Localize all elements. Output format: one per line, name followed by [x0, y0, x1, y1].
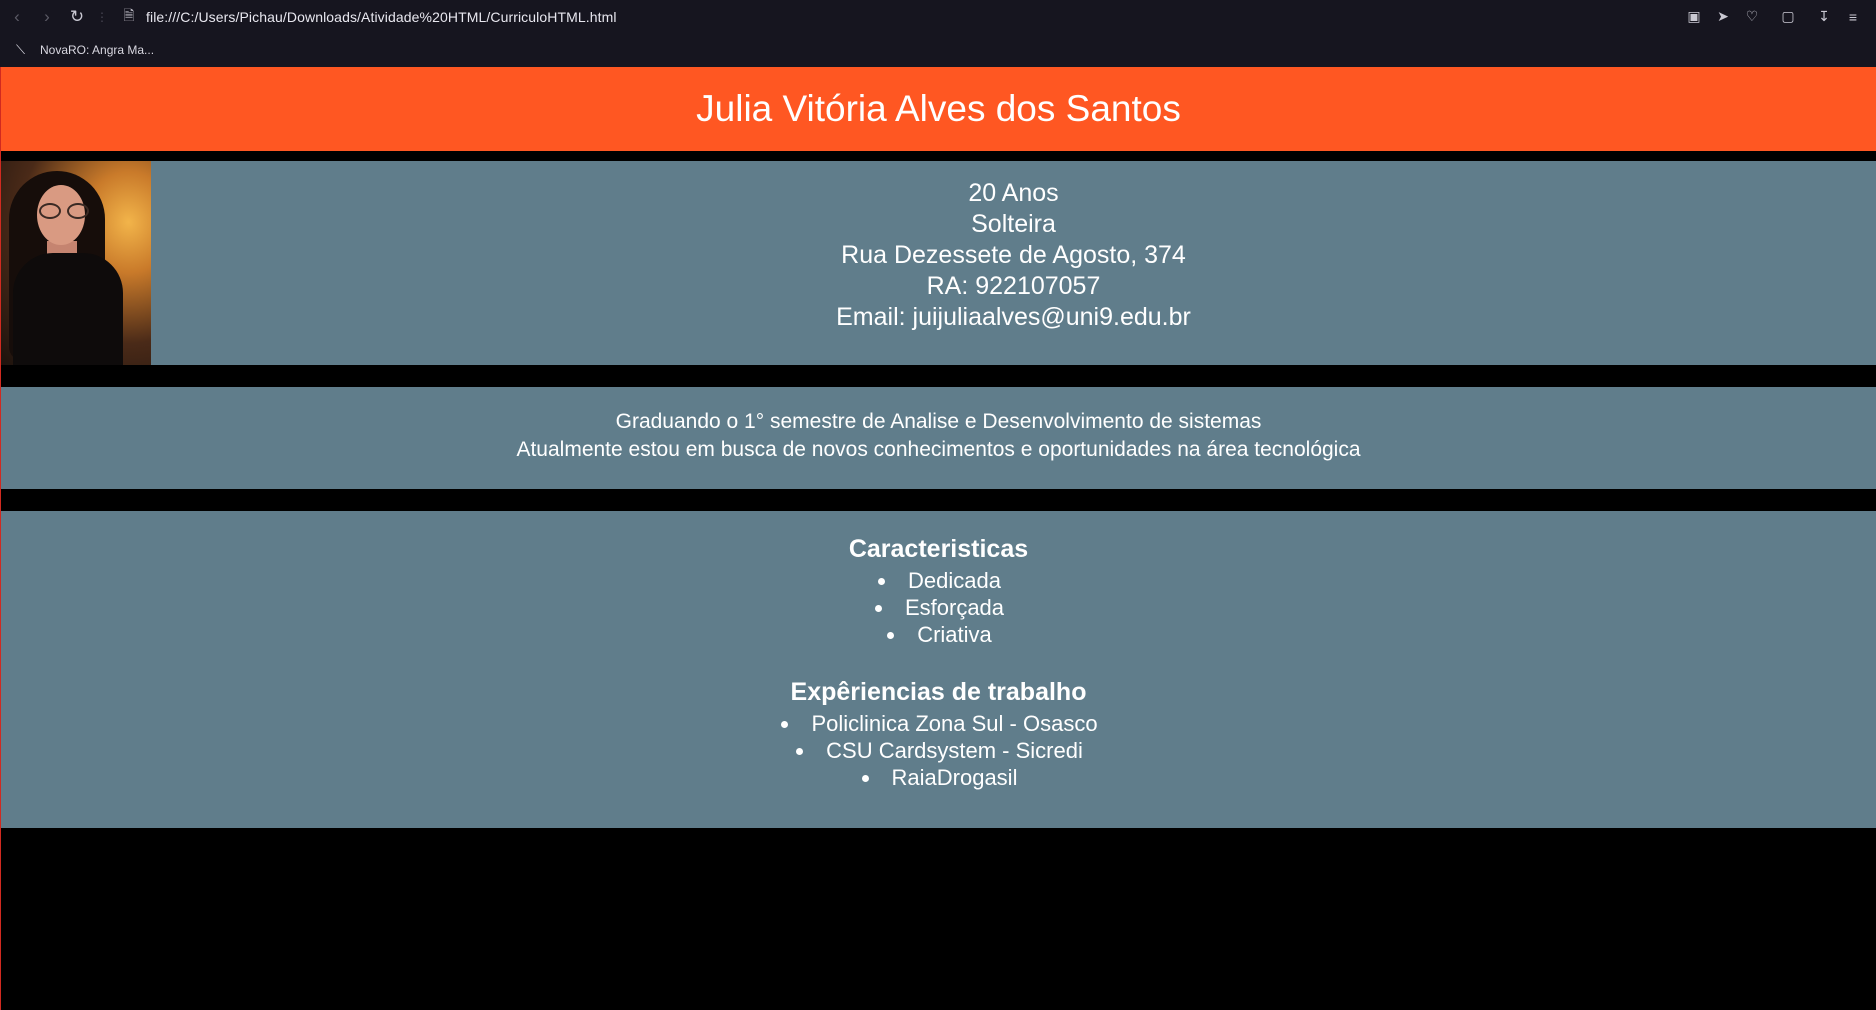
address-text: Rua Dezessete de Agosto, 374 — [841, 240, 1186, 269]
toolbar-right: ▣ ➤ ♡ ▢ ↧ ≡ — [1678, 0, 1866, 33]
page-icon: 🗎 — [123, 6, 135, 23]
name-header: Julia Vitória Alves dos Santos — [1, 67, 1876, 151]
page-title: Julia Vitória Alves dos Santos — [696, 88, 1181, 129]
download-icon[interactable]: ↧ — [1811, 4, 1837, 30]
menu-icon[interactable]: ≡ — [1840, 4, 1866, 30]
summary-line-1: Graduando o 1° semestre de Analise e Des… — [615, 410, 1262, 433]
summary-line-2: Atualmente estou em busca de novos conhe… — [516, 438, 1361, 461]
back-icon[interactable]: ‹ — [4, 4, 30, 30]
bookmark-item[interactable]: ⟍ NovaRO: Angra Ma... — [16, 42, 154, 58]
summary-panel: Graduando o 1° semestre de Analise e Des… — [1, 387, 1876, 489]
reload-icon[interactable]: ↻ — [64, 4, 90, 30]
experience-list: Policlinica Zona Sul - Osasco CSU Cardsy… — [779, 710, 1098, 791]
details-panel: Caracteristicas Dedicada Esforçada Criat… — [1, 511, 1876, 828]
email-text: Email: juijuliaalves@uni9.edu.br — [836, 302, 1191, 331]
marital-status-text: Solteira — [971, 209, 1056, 238]
address-bar[interactable]: 🗎 file:///C:/Users/Pichau/Downloads/Ativ… — [118, 4, 617, 30]
bookmarks-bar: ⟍ NovaRO: Angra Ma... — [0, 33, 1876, 67]
camera-icon[interactable]: ▣ — [1681, 4, 1707, 30]
characteristics-heading: Caracteristicas — [848, 535, 1029, 563]
age-text: 20 Anos — [968, 178, 1059, 207]
profile-photo — [1, 161, 151, 365]
characteristics-list: Dedicada Esforçada Criativa — [873, 567, 1004, 648]
bookmark-label: NovaRO: Angra Ma... — [40, 43, 155, 57]
list-item: Esforçada — [873, 594, 1004, 621]
list-item: Dedicada — [876, 567, 1001, 594]
browser-toolbar: ‹ › ↻ ⋮ 🗎 file:///C:/Users/Pichau/Downlo… — [0, 0, 1876, 33]
list-item: CSU Cardsystem - Sicredi — [794, 737, 1083, 764]
page-viewport: Julia Vitória Alves dos Santos 20 Anos S… — [0, 67, 1876, 1010]
list-item: Policlinica Zona Sul - Osasco — [779, 710, 1098, 737]
personal-info: 20 Anos Solteira Rua Dezessete de Agosto… — [151, 161, 1876, 365]
send-icon[interactable]: ➤ — [1710, 4, 1736, 30]
list-item: Criativa — [885, 621, 992, 648]
list-item: RaiaDrogasil — [860, 764, 1017, 791]
url-text[interactable]: file:///C:/Users/Pichau/Downloads/Ativid… — [146, 9, 617, 25]
heart-icon[interactable]: ♡ — [1739, 4, 1765, 30]
toolbar-separator: ⋮ — [96, 9, 108, 24]
cube-icon[interactable]: ▢ — [1775, 4, 1801, 30]
experience-heading: Expêriencias de trabalho — [790, 678, 1087, 706]
personal-info-panel: 20 Anos Solteira Rua Dezessete de Agosto… — [1, 161, 1876, 365]
ra-text: RA: 922107057 — [926, 271, 1101, 300]
sword-icon: ⟍ — [16, 42, 26, 57]
forward-icon[interactable]: › — [34, 4, 60, 30]
